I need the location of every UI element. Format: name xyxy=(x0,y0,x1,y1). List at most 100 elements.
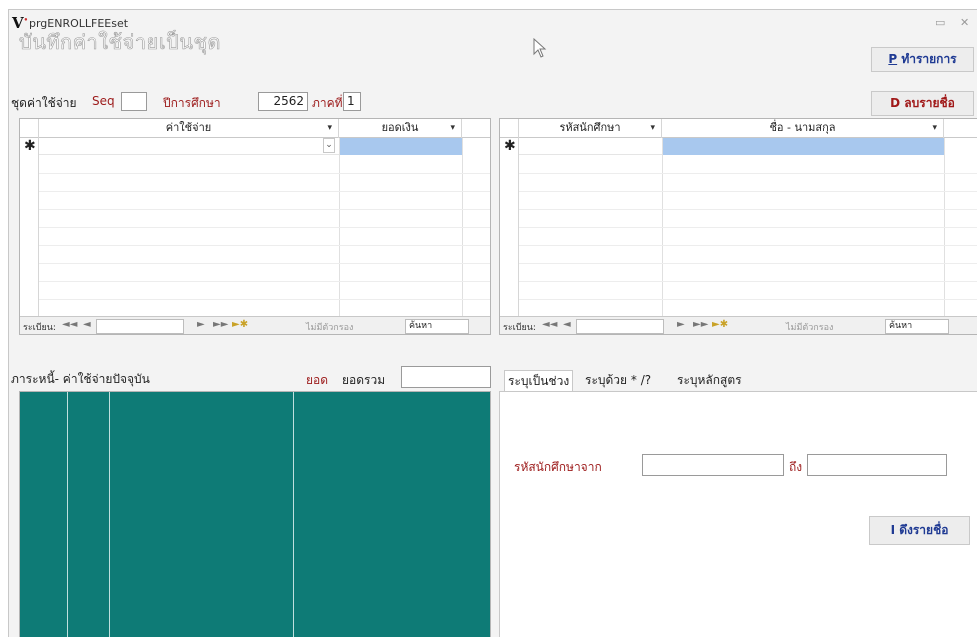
fetch-label: ดึงรายชื่อ xyxy=(895,523,949,537)
full-name-sort-dropdown-icon[interactable]: ▾ xyxy=(932,119,937,137)
search-box[interactable]: ค้นหา xyxy=(885,319,949,334)
tab-range[interactable]: ระบุเป็นช่วง xyxy=(504,370,574,392)
delete-names-button[interactable]: D ลบรายชื่อ xyxy=(871,91,974,116)
new-record-icon: ✱ xyxy=(504,138,516,154)
column-header-student-id[interactable]: รหัสนักศึกษา ▾ xyxy=(519,119,662,138)
grid-row-line xyxy=(39,281,490,282)
grid-row-line xyxy=(39,191,490,192)
year-input[interactable]: 2562 xyxy=(258,92,308,111)
search-box[interactable]: ค้นหา xyxy=(405,319,469,334)
amount-column-title: ยอดเงิน xyxy=(381,121,419,134)
subform-divider xyxy=(67,392,68,637)
total-label: ยอดรวม xyxy=(342,373,386,387)
tab-curriculum[interactable]: ระบุหลักสูตร xyxy=(674,370,745,392)
amount-sort-dropdown-icon[interactable]: ▾ xyxy=(450,119,455,137)
delete-label: ลบรายชื่อ xyxy=(900,96,955,110)
grid-divider xyxy=(339,138,340,334)
grid-divider xyxy=(662,138,663,334)
grid-row-line xyxy=(39,209,490,210)
student-id-from-label: รหัสนักศึกษาจาก xyxy=(514,460,602,474)
student-id-cell[interactable] xyxy=(519,138,662,155)
subform-divider xyxy=(109,392,110,637)
grid-row-line xyxy=(519,191,977,192)
amount-cell[interactable] xyxy=(339,138,462,155)
form-title: บันทึกค่าใช้จ่ายเป็นชุด xyxy=(19,30,222,55)
students-grid: รหัสนักศึกษา ▾ ชื่อ - นามสกุล ▾ ✱ ระเบียน:… xyxy=(499,118,977,335)
students-grid-header: รหัสนักศึกษา ▾ ชื่อ - นามสกุล ▾ xyxy=(500,119,977,138)
new-record-nav-icon[interactable]: ►✱ xyxy=(232,319,248,330)
prev-record-icon[interactable]: ◄ xyxy=(83,319,91,330)
last-record-icon[interactable]: ►► xyxy=(693,319,708,330)
prev-record-icon[interactable]: ◄ xyxy=(563,319,571,330)
row-selector-column xyxy=(500,138,519,334)
first-record-icon[interactable]: ◄◄ xyxy=(542,319,557,330)
student-id-from-input[interactable] xyxy=(642,454,784,476)
close-icon[interactable]: ✕ xyxy=(960,16,969,29)
last-record-icon[interactable]: ►► xyxy=(213,319,228,330)
seq-label: Seq xyxy=(92,94,115,108)
app-logo-mark: • xyxy=(23,15,29,24)
row-selector-header[interactable] xyxy=(500,119,519,138)
new-record-nav-icon[interactable]: ►✱ xyxy=(712,319,728,330)
grid-row-line xyxy=(519,209,977,210)
process-label: ทำรายการ xyxy=(897,52,957,66)
row-selector-header[interactable] xyxy=(20,119,39,138)
term-input[interactable]: 1 xyxy=(343,92,361,111)
grid-row-line xyxy=(39,245,490,246)
debt-subform[interactable] xyxy=(19,391,491,637)
fees-grid-header: ค่าใช้จ่าย ▾ ยอดเงิน ▾ xyxy=(20,119,490,138)
process-hotkey: P xyxy=(888,52,898,66)
grid-row-line xyxy=(519,173,977,174)
subform-divider xyxy=(293,392,294,637)
next-record-icon[interactable]: ► xyxy=(197,319,205,330)
grid-row-line xyxy=(39,173,490,174)
debt-section-title: ภาระหนี้- ค่าใช้จ่ายปัจจุบัน xyxy=(11,372,150,386)
process-button[interactable]: P ทำรายการ xyxy=(871,47,974,72)
record-navigator: ระเบียน: ◄◄ ◄ ► ►► ►✱ ไม่มีตัวกรอง ค้นหา xyxy=(20,316,490,334)
total-input[interactable] xyxy=(401,366,491,388)
full-name-cell[interactable] xyxy=(662,138,944,155)
grid-row-line xyxy=(39,263,490,264)
application-window: V• prgENROLLFEEset ▭ ✕ บันทึกค่าใช้จ่ายเ… xyxy=(8,9,977,637)
delete-hotkey: D xyxy=(890,96,901,110)
record-label: ระเบียน: xyxy=(503,323,536,333)
record-number-input[interactable] xyxy=(96,319,184,334)
grid-row-line xyxy=(519,281,977,282)
fees-grid: ค่าใช้จ่าย ▾ ยอดเงิน ▾ ✱ ⌄ ระเบียน: ◄◄ ◄ ►… xyxy=(19,118,491,335)
no-filter-indicator[interactable]: ไม่มีตัวกรอง xyxy=(786,320,833,334)
grid-row-line xyxy=(39,227,490,228)
new-record-icon: ✱ xyxy=(24,138,36,154)
column-header-full-name[interactable]: ชื่อ - นามสกุล ▾ xyxy=(662,119,944,138)
fetch-names-button[interactable]: I ดึงรายชื่อ xyxy=(869,516,970,545)
year-label: ปีการศึกษา xyxy=(163,96,221,110)
first-record-icon[interactable]: ◄◄ xyxy=(62,319,77,330)
grid-row-line xyxy=(519,245,977,246)
tab-wildcard[interactable]: ระบุด้วย * /? xyxy=(582,370,654,392)
grid-row-line xyxy=(519,263,977,264)
seq-input[interactable] xyxy=(121,92,147,111)
record-navigator: ระเบียน: ◄◄ ◄ ► ►► ►✱ ไม่มีตัวกรอง ค้นหา xyxy=(500,316,977,334)
term-label: ภาคที่ xyxy=(312,96,343,110)
student-id-to-input[interactable] xyxy=(807,454,947,476)
next-record-icon[interactable]: ► xyxy=(677,319,685,330)
student-id-column-title: รหัสนักศึกษา xyxy=(559,121,621,134)
grid-divider xyxy=(944,138,945,334)
record-number-input[interactable] xyxy=(576,319,664,334)
student-id-sort-dropdown-icon[interactable]: ▾ xyxy=(650,119,655,137)
fee-combo-dropdown-icon[interactable]: ⌄ xyxy=(323,138,335,153)
fee-set-label: ชุดค่าใช้จ่าย xyxy=(11,96,77,110)
row-selector-column xyxy=(20,138,39,334)
minimize-icon[interactable]: ▭ xyxy=(935,16,945,29)
column-header-amount[interactable]: ยอดเงิน ▾ xyxy=(339,119,462,138)
fee-combo-cell[interactable]: ⌄ xyxy=(39,138,339,155)
fee-sort-dropdown-icon[interactable]: ▾ xyxy=(327,119,332,137)
mouse-cursor-icon xyxy=(533,38,547,58)
record-label: ระเบียน: xyxy=(23,323,56,333)
grid-row-line xyxy=(519,227,977,228)
student-id-to-label: ถึง xyxy=(789,460,803,474)
range-tab-panel: รหัสนักศึกษาจาก ถึง I ดึงรายชื่อ xyxy=(499,391,977,637)
amount-label: ยอด xyxy=(306,373,329,387)
grid-row-line xyxy=(39,299,490,300)
no-filter-indicator[interactable]: ไม่มีตัวกรอง xyxy=(306,320,353,334)
column-header-fee[interactable]: ค่าใช้จ่าย ▾ xyxy=(39,119,339,138)
